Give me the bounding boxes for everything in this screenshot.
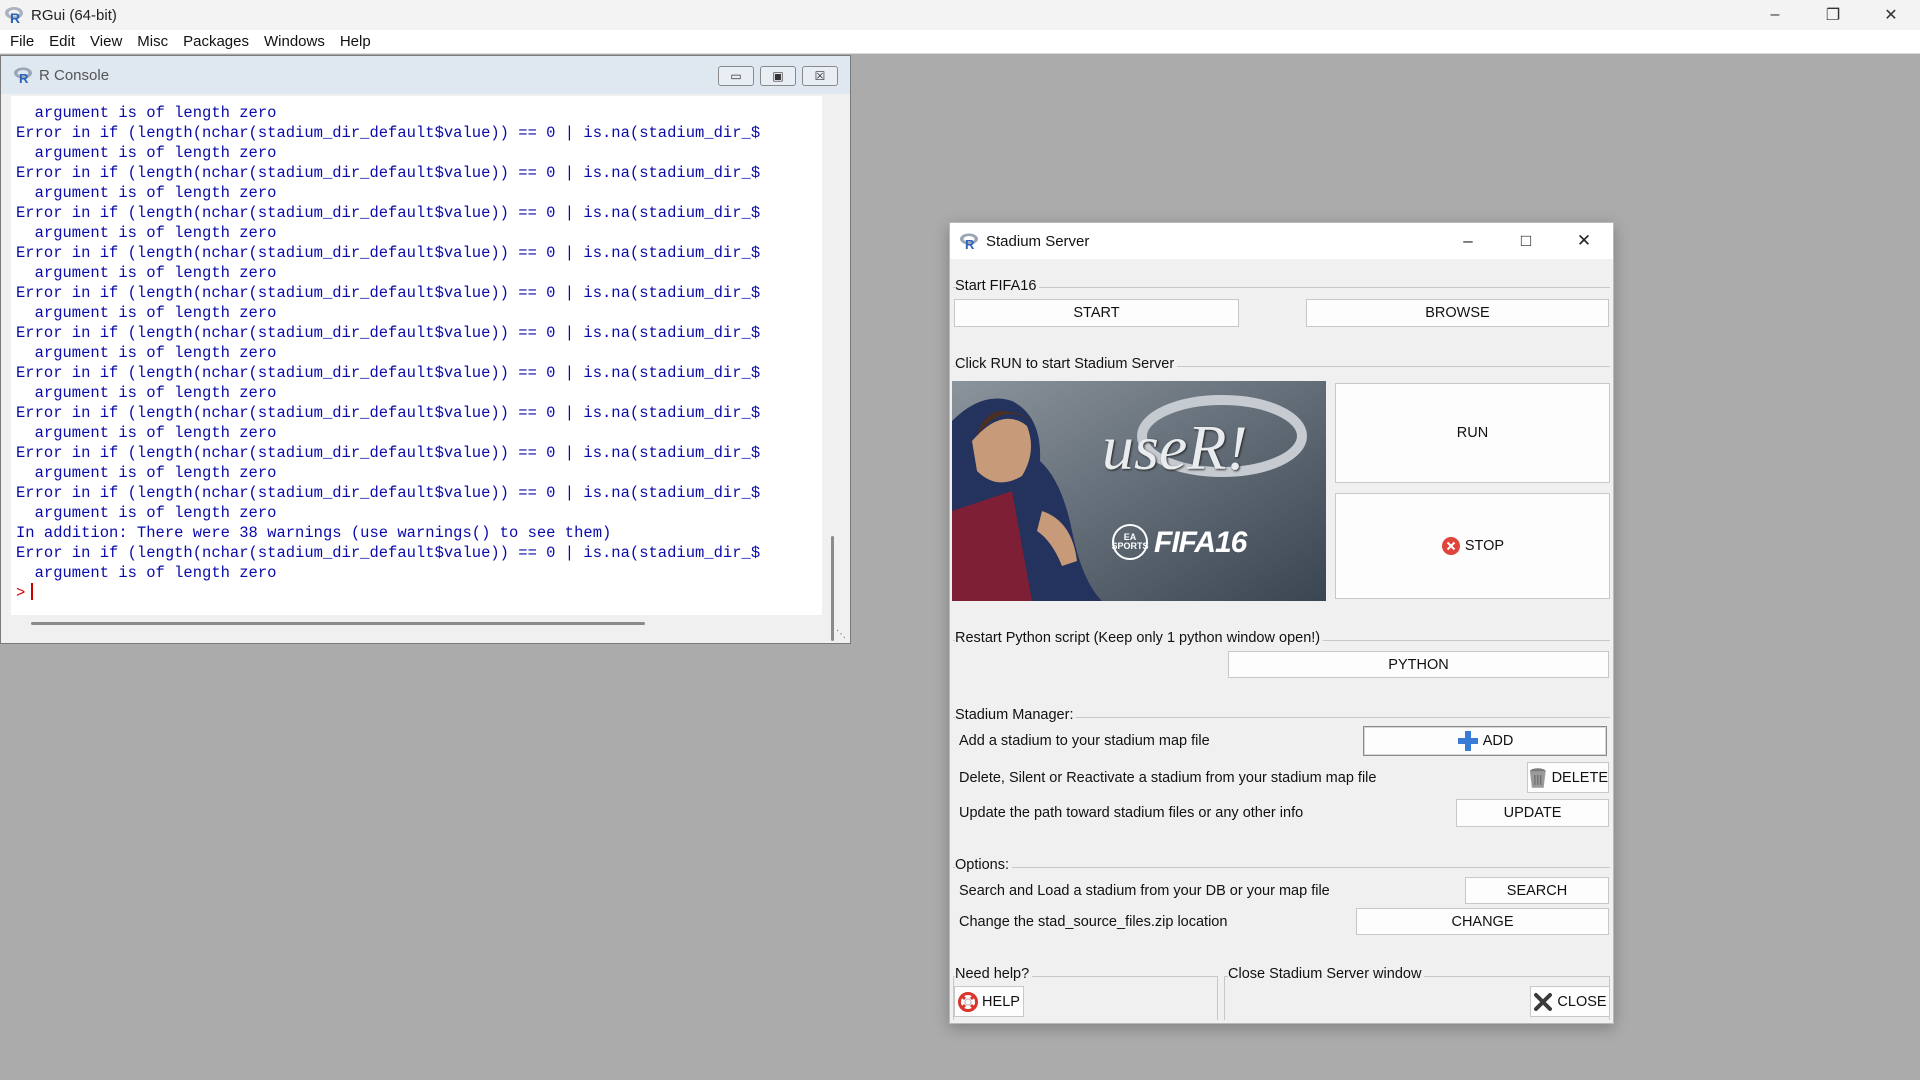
delete-button[interactable]: DELETE [1527, 762, 1609, 793]
stop-button[interactable]: STOP [1335, 493, 1610, 599]
menu-misc[interactable]: Misc [131, 33, 177, 50]
close-window-label: Close Stadium Server window [1228, 966, 1425, 982]
menu-help[interactable]: Help [334, 33, 380, 50]
stop-icon [1441, 537, 1460, 555]
menu-view[interactable]: View [84, 33, 131, 50]
start-fifa-group [953, 287, 1610, 288]
run-group-label: Click RUN to start Stadium Server [955, 356, 1178, 372]
menu-file[interactable]: File [4, 33, 43, 50]
dialog-maximize-button[interactable]: □ [1497, 223, 1555, 259]
poster-fifa16-text: FIFA16 [1154, 526, 1247, 559]
svg-text:R: R [19, 71, 29, 84]
console-vertical-scrollbar[interactable] [827, 96, 839, 641]
dialog-title: Stadium Server [986, 232, 1090, 250]
add-label: ADD [1482, 733, 1514, 749]
console-title: R Console [39, 66, 110, 84]
console-output[interactable]: argument is of length zero Error in if (… [11, 96, 822, 615]
close-window-button[interactable]: ✕ [1862, 0, 1920, 30]
r-logo-icon: R [5, 7, 23, 25]
r-logo-icon: R [14, 67, 32, 84]
r-console-window: R R Console ▭ ▣ ☒ argument is of length … [0, 55, 851, 644]
svg-text:R: R [10, 10, 20, 25]
update-path-text: Update the path toward stadium files or … [959, 805, 1304, 821]
console-titlebar: R R Console ▭ ▣ ☒ [1, 56, 850, 94]
python-button[interactable]: PYTHON [1228, 651, 1609, 678]
console-minimize-button[interactable]: ▭ [718, 66, 754, 86]
ea-sports-logo: EA SPORTS [1112, 524, 1149, 560]
app-titlebar: R RGui (64-bit) – ❐ ✕ [0, 0, 1920, 30]
menu-windows[interactable]: Windows [258, 33, 334, 50]
change-location-text: Change the stad_source_files.zip locatio… [959, 914, 1228, 930]
options-label: Options: [955, 857, 1012, 873]
trash-can-icon [1529, 767, 1546, 788]
update-button[interactable]: UPDATE [1456, 799, 1609, 827]
browse-button[interactable]: BROWSE [1306, 299, 1609, 327]
delete-stadium-text: Delete, Silent or Reactivate a stadium f… [959, 770, 1377, 786]
console-text: argument is of length zero Error in if (… [16, 104, 761, 602]
vertical-scroll-thumb[interactable] [831, 536, 834, 641]
console-close-button[interactable]: ☒ [802, 66, 838, 86]
menu-bar: File Edit View Misc Packages Windows Hel… [0, 30, 1920, 54]
text-cursor [31, 583, 34, 600]
start-fifa-label: Start FIFA16 [955, 278, 1040, 294]
close-x-icon [1534, 992, 1553, 1011]
poster-user-logo-text: useR! [1102, 412, 1248, 483]
close-button[interactable]: CLOSE [1530, 986, 1610, 1017]
need-help-label: Need help? [955, 966, 1033, 982]
run-button[interactable]: RUN [1335, 383, 1610, 483]
python-group-label: Restart Python script (Keep only 1 pytho… [955, 630, 1324, 646]
stadium-manager-label: Stadium Manager: [955, 707, 1077, 723]
resize-grip-icon[interactable]: ⋱ [836, 629, 848, 641]
plus-icon [1457, 731, 1478, 751]
svg-text:R: R [965, 237, 975, 250]
fifa16-poster-image: useR! EA SPORTS FIFA16 [952, 381, 1326, 601]
console-maximize-button[interactable]: ▣ [760, 66, 796, 86]
console-horizontal-scrollbar[interactable] [11, 617, 822, 631]
delete-label: DELETE [1551, 769, 1608, 786]
dialog-titlebar: R Stadium Server – □ ✕ [950, 223, 1613, 259]
search-load-text: Search and Load a stadium from your DB o… [959, 883, 1330, 899]
menu-packages[interactable]: Packages [177, 33, 258, 50]
lifebuoy-icon [958, 991, 979, 1012]
start-button[interactable]: START [954, 299, 1239, 327]
close-label: CLOSE [1557, 993, 1607, 1010]
add-stadium-text: Add a stadium to your stadium map file [959, 733, 1210, 749]
menu-edit[interactable]: Edit [43, 33, 84, 50]
stop-label: STOP [1464, 538, 1505, 554]
r-logo-icon: R [960, 233, 978, 250]
app-title: RGui (64-bit) [31, 6, 117, 24]
options-group [953, 867, 1610, 868]
help-label: HELP [982, 993, 1020, 1010]
add-button[interactable]: ADD [1363, 726, 1607, 756]
console-prompt: > [16, 584, 26, 602]
minimize-button[interactable]: – [1746, 0, 1804, 30]
help-button[interactable]: HELP [954, 986, 1024, 1017]
dialog-close-button[interactable]: ✕ [1555, 223, 1613, 259]
stadium-server-dialog: R Stadium Server – □ ✕ Start FIFA16 STAR… [949, 222, 1614, 1024]
change-button[interactable]: CHANGE [1356, 908, 1609, 935]
search-button[interactable]: SEARCH [1465, 877, 1609, 904]
restore-button[interactable]: ❐ [1804, 0, 1862, 30]
horizontal-scroll-thumb[interactable] [31, 622, 645, 625]
dialog-minimize-button[interactable]: – [1439, 223, 1497, 259]
